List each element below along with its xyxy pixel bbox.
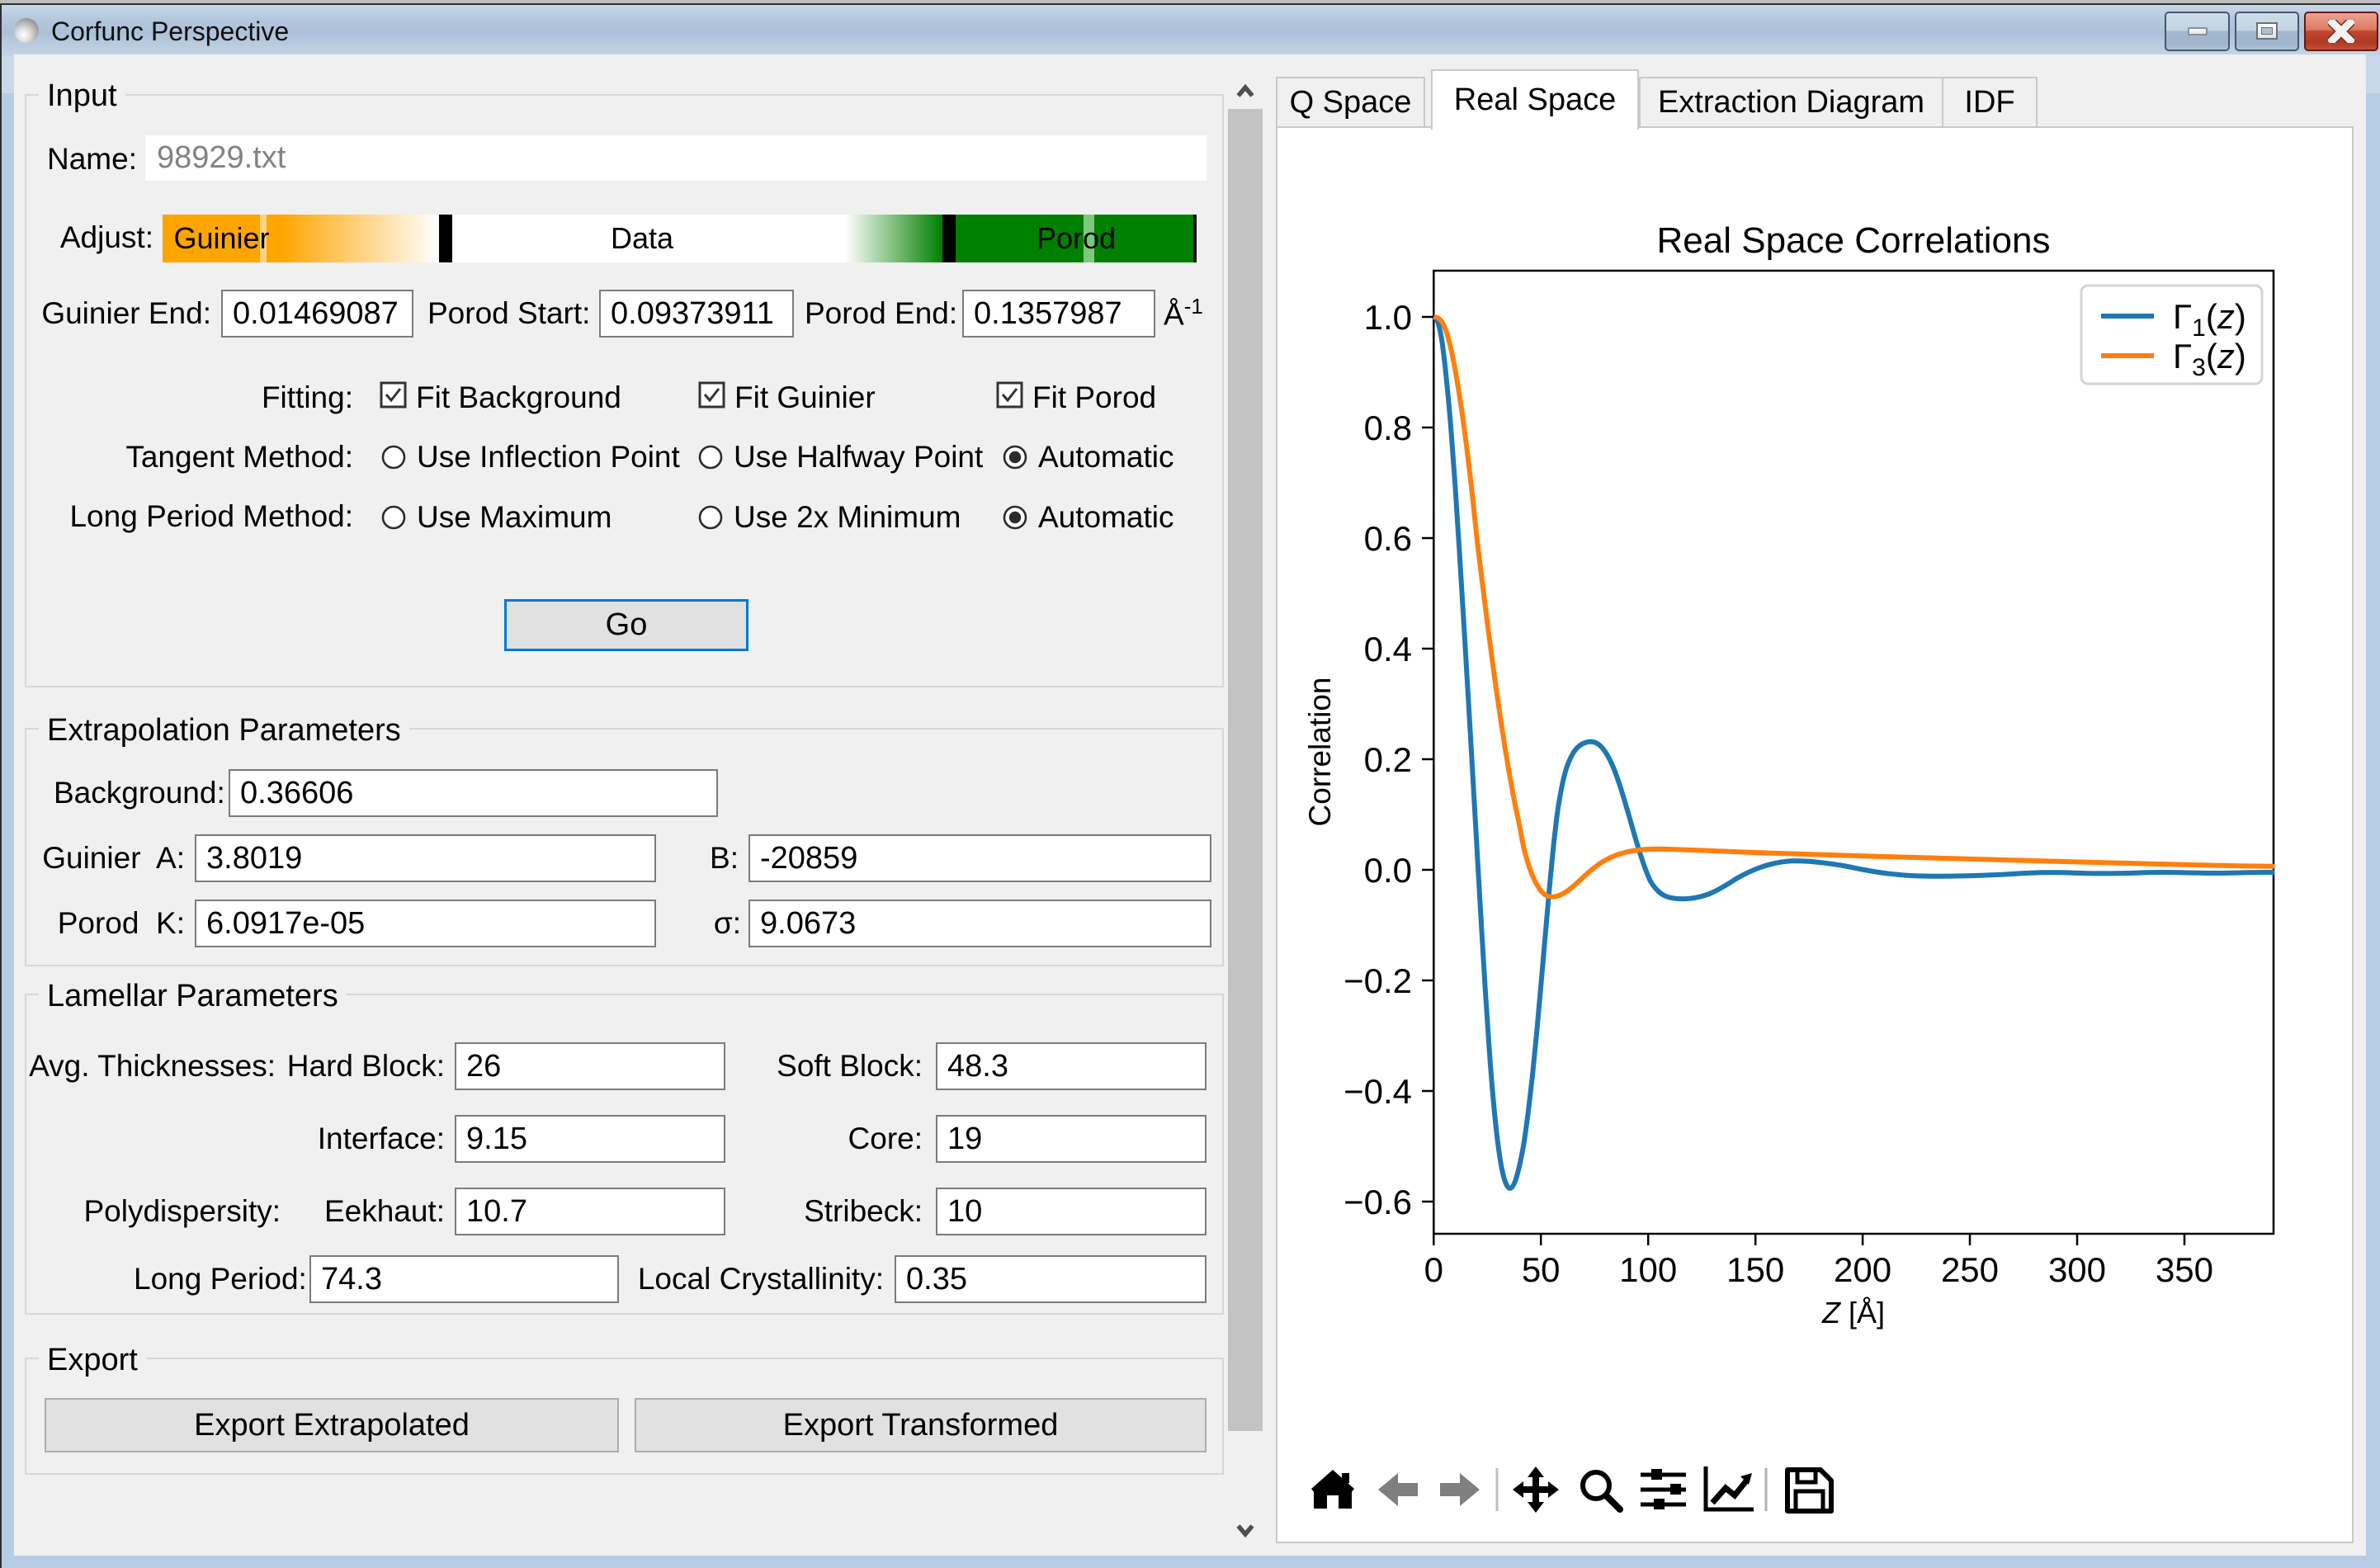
svg-text:1.0: 1.0 (1364, 298, 1412, 337)
svg-text:−0.2: −0.2 (1343, 961, 1412, 1000)
svg-text:0.6: 0.6 (1364, 519, 1412, 558)
svg-text:150: 150 (1726, 1250, 1784, 1289)
svg-text:Γ3(z): Γ3(z) (2173, 337, 2246, 381)
svg-text:200: 200 (1834, 1250, 1891, 1289)
svg-text:−0.4: −0.4 (1343, 1072, 1412, 1111)
svg-text:250: 250 (1941, 1250, 1999, 1289)
svg-text:Z [Å]: Z [Å] (1821, 1296, 1885, 1329)
svg-text:Real Space Correlations: Real Space Correlations (1657, 220, 2051, 261)
svg-text:0.2: 0.2 (1364, 740, 1412, 779)
svg-text:300: 300 (2048, 1250, 2106, 1289)
svg-text:0: 0 (1424, 1250, 1443, 1289)
svg-text:100: 100 (1619, 1250, 1677, 1289)
svg-text:Γ1(z): Γ1(z) (2173, 297, 2246, 342)
svg-text:Correlation: Correlation (1303, 678, 1337, 827)
svg-text:0.0: 0.0 (1364, 851, 1412, 890)
svg-text:0.8: 0.8 (1364, 409, 1412, 447)
svg-text:50: 50 (1522, 1250, 1561, 1289)
svg-text:0.4: 0.4 (1364, 630, 1412, 668)
svg-text:350: 350 (2156, 1250, 2213, 1289)
svg-text:−0.6: −0.6 (1343, 1183, 1412, 1221)
